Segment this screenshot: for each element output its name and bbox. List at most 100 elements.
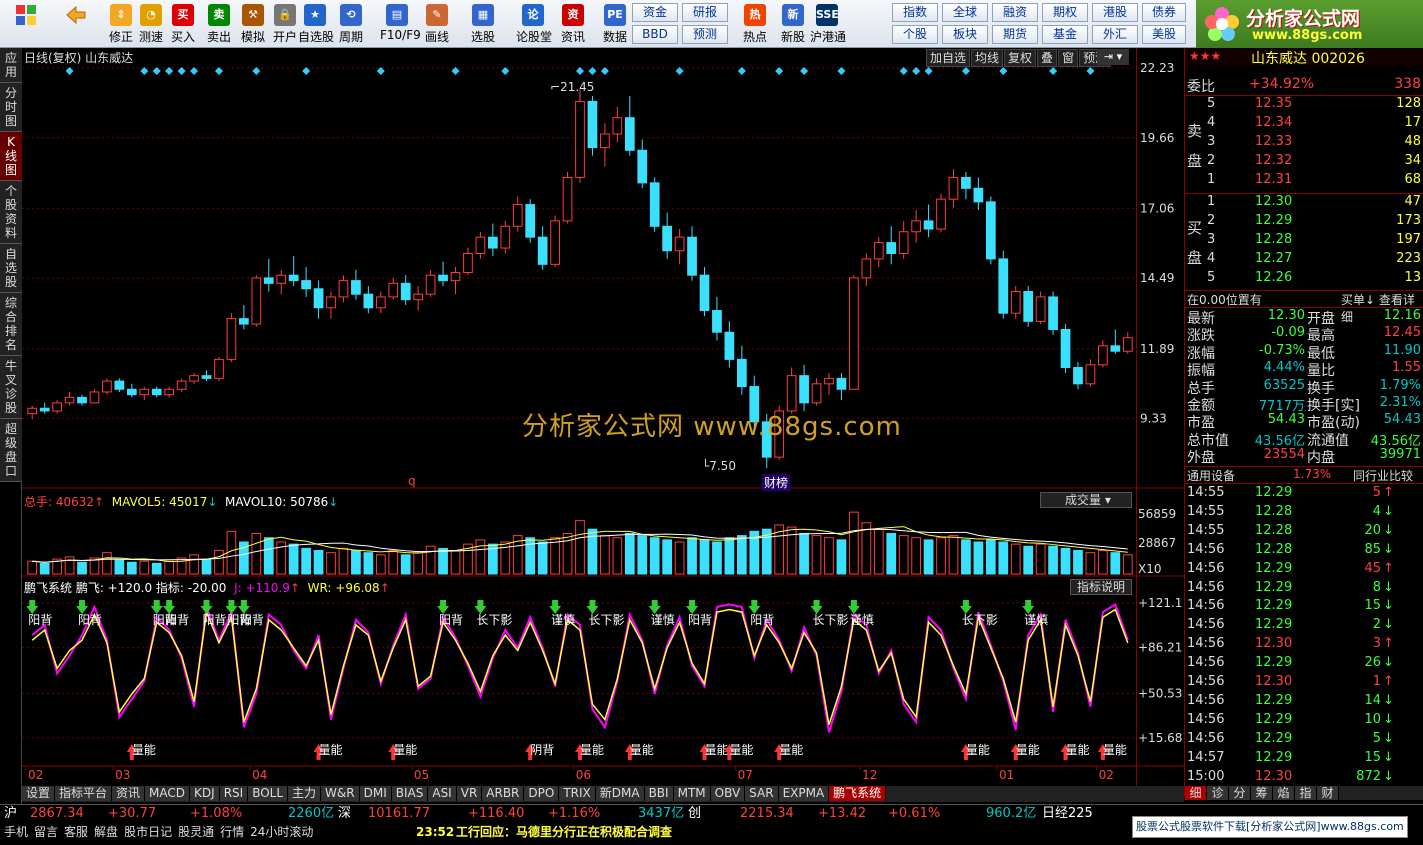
toolbar-small-button[interactable]: 个股	[892, 25, 938, 44]
toolbar-button-3[interactable]: 买买入	[166, 2, 200, 46]
indicator-tab[interactable]: BOLL	[248, 786, 289, 801]
left-nav-item[interactable]: 自选股	[0, 244, 22, 293]
sh-index[interactable]: 2867.34	[30, 805, 84, 823]
toolbar-button-6[interactable]: 🔒 开户	[268, 2, 302, 46]
bid-price[interactable]: 12.28	[1255, 232, 1292, 247]
indicator-tab[interactable]: DMI	[359, 786, 392, 801]
news-headline[interactable]: 工行回应：马德里分行正在积极配合调查	[456, 822, 672, 842]
ask-price[interactable]: 12.31	[1255, 172, 1292, 187]
home-button[interactable]	[6, 2, 46, 46]
ask-price[interactable]: 12.35	[1255, 96, 1292, 111]
ad-banner[interactable]: 股票公式股票软件下载[分析家公式网]www.88gs.com	[1132, 816, 1408, 838]
toolbar-button-15[interactable]: 热热点	[738, 2, 772, 46]
ask-price[interactable]: 12.34	[1255, 115, 1292, 130]
indicator-tab[interactable]: MTM	[673, 786, 711, 801]
left-nav-item[interactable]: 超级盘口	[0, 419, 22, 482]
toolbar-small-button[interactable]: 全球	[942, 3, 988, 22]
toolbar-button-11[interactable]: ▦ 选股	[466, 2, 500, 46]
indicator-tab[interactable]: BBI	[644, 786, 674, 801]
status-link[interactable]: 解盘	[94, 825, 118, 839]
industry-name[interactable]: 通用设备	[1187, 467, 1235, 484]
indicator-tab[interactable]: SAR	[745, 786, 779, 801]
indicator-tab[interactable]: 设置	[22, 786, 56, 801]
indicator-tab[interactable]: 资讯	[112, 786, 146, 801]
toolbar-button-5[interactable]: ⚒ 模拟	[236, 2, 270, 46]
bid-price[interactable]: 12.26	[1255, 270, 1292, 285]
ask-price[interactable]: 12.33	[1255, 134, 1292, 149]
panel-tab[interactable]: 分	[1229, 786, 1251, 800]
left-nav-item[interactable]: 综合排名	[0, 293, 22, 356]
panel-tab[interactable]: 细	[1185, 786, 1207, 800]
indicator-tab[interactable]: 鹏飞系统	[829, 786, 887, 801]
left-nav-item[interactable]: 分时图	[0, 83, 22, 132]
panel-tab[interactable]: 筹	[1251, 786, 1273, 800]
ask-price[interactable]: 12.32	[1255, 153, 1292, 168]
toolbar-small-button[interactable]: 期货	[992, 25, 1038, 44]
left-nav-item[interactable]: 应用	[0, 48, 22, 83]
marker-caibang[interactable]: 财榜	[762, 474, 791, 491]
back-button[interactable]	[58, 2, 94, 46]
indicator-tab[interactable]: ARBR	[482, 786, 525, 801]
indicator-tab[interactable]: VR	[456, 786, 483, 801]
status-link[interactable]: 留言	[34, 825, 58, 839]
toolbar-small-button[interactable]: 预测	[682, 25, 728, 44]
toolbar-button-4[interactable]: 卖卖出	[202, 2, 236, 46]
indicator-tab[interactable]: EXPMA	[778, 786, 830, 801]
indicator-tab[interactable]: KDJ	[190, 786, 220, 801]
toolbar-button-7[interactable]: ★ 自选股	[298, 2, 334, 46]
panel-tab[interactable]: 指	[1295, 786, 1317, 800]
bid-price[interactable]: 12.27	[1255, 251, 1292, 266]
indicator-tab[interactable]: ASI	[428, 786, 457, 801]
toolbar-small-button[interactable]: 美股	[1142, 25, 1186, 44]
indicator-tab[interactable]: TRIX	[559, 786, 596, 801]
chart-header-button[interactable]: 均线	[971, 49, 1004, 67]
bid-price[interactable]: 12.29	[1255, 213, 1292, 228]
chart-menu-toggle[interactable]: ⇥ ▾	[1097, 49, 1129, 65]
status-link[interactable]: 行情	[220, 825, 244, 839]
chart-header-button[interactable]: 窗	[1058, 49, 1079, 67]
indicator-tab[interactable]: MACD	[145, 786, 191, 801]
chart-header-button[interactable]: 加自选	[926, 49, 971, 67]
sz-index[interactable]: 10161.77	[368, 805, 430, 823]
bid-price[interactable]: 12.30	[1255, 194, 1292, 209]
indicator-tab[interactable]: BIAS	[391, 786, 429, 801]
toolbar-small-button[interactable]: 指数	[892, 3, 938, 22]
indicator-tab[interactable]: W&R	[321, 786, 360, 801]
toolbar-small-button[interactable]: 融资	[992, 3, 1038, 22]
status-link[interactable]: 24小时滚动	[250, 825, 313, 839]
panel-tab[interactable]: 诊	[1207, 786, 1229, 800]
status-link[interactable]: 手机	[4, 825, 28, 839]
toolbar-button-14[interactable]: PE 数据	[598, 2, 632, 46]
status-link[interactable]: 客服	[64, 825, 88, 839]
toolbar-small-button[interactable]: 研报	[682, 3, 728, 22]
indicator-tab[interactable]: 指标平台	[55, 786, 113, 801]
left-nav-item[interactable]: K线图	[0, 132, 22, 181]
indicator-explain-button[interactable]: 指标说明	[1070, 579, 1132, 595]
toolbar-button-17[interactable]: SSE 沪港通	[810, 2, 846, 46]
toolbar-button-8[interactable]: ⟲ 周期	[334, 2, 368, 46]
toolbar-small-button[interactable]: BBD	[632, 25, 678, 44]
toolbar-small-button[interactable]: 基金	[1042, 25, 1088, 44]
status-link[interactable]: 股灵通	[178, 825, 214, 839]
toolbar-small-button[interactable]: 外汇	[1092, 25, 1138, 44]
panel-tab[interactable]: 财	[1317, 786, 1339, 800]
left-nav-item[interactable]: 牛叉诊股	[0, 356, 22, 419]
toolbar-button-13[interactable]: 资资讯	[556, 2, 590, 46]
status-link[interactable]: 股市日记	[124, 825, 172, 839]
toolbar-button-10[interactable]: ✎ 画线	[420, 2, 454, 46]
nikkei-label[interactable]: 日经225	[1042, 805, 1093, 823]
toolbar-small-button[interactable]: 板块	[942, 25, 988, 44]
toolbar-button-16[interactable]: 新新股	[776, 2, 810, 46]
toolbar-small-button[interactable]: 债券	[1142, 3, 1186, 22]
indicator-tab[interactable]: OBV	[710, 786, 746, 801]
indicator-tab[interactable]: 主力	[288, 786, 322, 801]
indicator-tab[interactable]: 新DMA	[595, 786, 645, 801]
chart-header-button[interactable]: 叠	[1037, 49, 1058, 67]
toolbar-button-9[interactable]: ▤ F10/F9	[380, 2, 421, 46]
left-nav-item[interactable]: 个股资料	[0, 181, 22, 244]
toolbar-small-button[interactable]: 港股	[1092, 3, 1138, 22]
panel-tab[interactable]: 焰	[1273, 786, 1295, 800]
industry-compare-link[interactable]: 同行业比较	[1353, 467, 1413, 484]
toolbar-small-button[interactable]: 期权	[1042, 3, 1088, 22]
toolbar-small-button[interactable]: 资金	[632, 3, 678, 22]
